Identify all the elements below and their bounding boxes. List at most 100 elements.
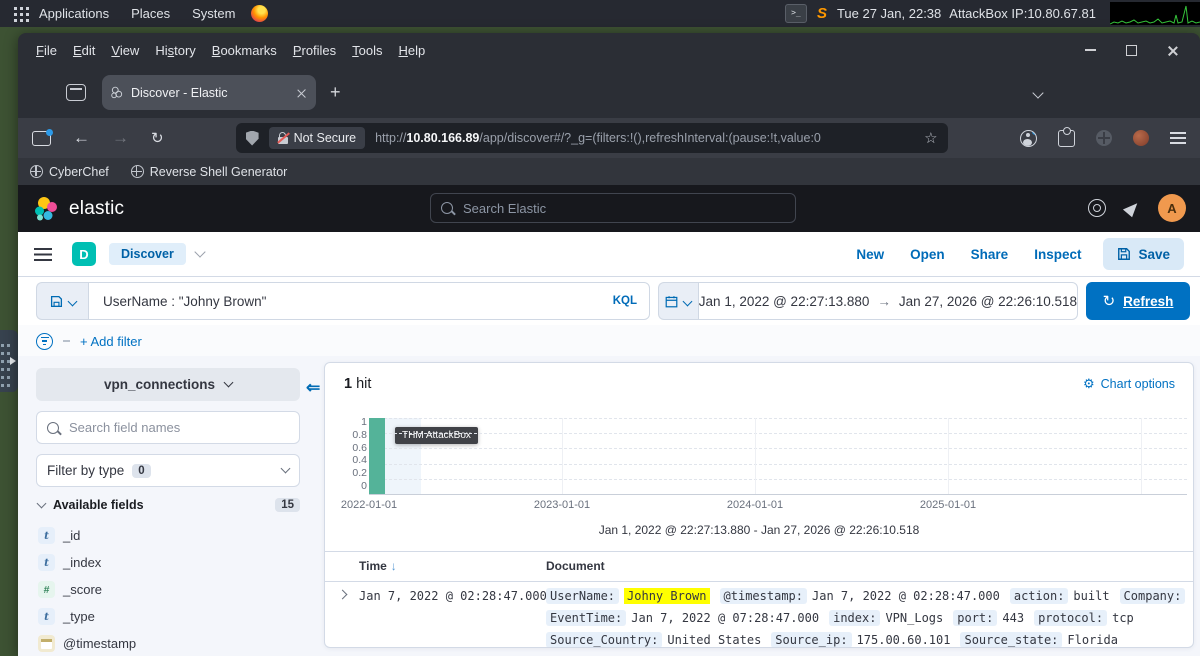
gridline <box>948 418 949 494</box>
refresh-button[interactable]: ↻ Refresh <box>1086 282 1190 320</box>
network-monitor-graph <box>1110 2 1200 25</box>
field-item--type[interactable]: t_type <box>38 603 300 630</box>
tab-close-icon[interactable] <box>296 88 306 98</box>
security-chip[interactable]: Not Secure <box>269 127 366 149</box>
histogram-bar[interactable] <box>369 418 385 494</box>
field-item--id[interactable]: t_id <box>38 522 300 549</box>
desktop-menu-system[interactable]: System <box>192 6 235 21</box>
available-fields-header[interactable]: Available fields 15 <box>38 498 300 512</box>
nav-action-inspect[interactable]: Inspect <box>1034 247 1081 262</box>
firefox-menu-help[interactable]: Help <box>399 43 426 58</box>
firefox-menu-profiles[interactable]: Profiles <box>293 43 336 58</box>
firefox-launcher-icon[interactable] <box>251 5 268 22</box>
field-search-input[interactable] <box>67 419 289 436</box>
query-input[interactable] <box>101 293 605 310</box>
date-picker-button[interactable] <box>658 282 698 320</box>
filter-bar: + Add filter <box>18 325 1200 358</box>
firefox-menu-tools[interactable]: Tools <box>352 43 382 58</box>
nav-action-new[interactable]: New <box>856 247 884 262</box>
app-grid-icon[interactable] <box>14 7 17 10</box>
filter-icon[interactable] <box>36 333 53 350</box>
url-bar[interactable]: Not Secure http://10.80.166.89/app/disco… <box>236 123 948 153</box>
save-button[interactable]: Save <box>1103 238 1184 270</box>
chevron-down-icon <box>67 296 77 306</box>
field-item--timestamp[interactable]: @timestamp <box>38 630 300 656</box>
firefox-menu-view[interactable]: View <box>111 43 139 58</box>
forward-button[interactable]: → <box>112 128 129 148</box>
field-value: tcp <box>1112 611 1134 625</box>
extension-globe-icon[interactable] <box>1096 130 1112 146</box>
extensions-icon[interactable] <box>1058 130 1075 147</box>
query-language-button[interactable]: KQL <box>613 295 637 307</box>
index-pattern-selector[interactable]: vpn_connections <box>36 368 300 401</box>
help-icon[interactable] <box>1088 199 1106 217</box>
terminal-icon[interactable]: >_ <box>785 4 807 23</box>
field-value: Jan 7, 2022 @ 02:28:47.000 <box>812 589 1000 603</box>
bookmark-cyberchef[interactable]: CyberChef <box>30 165 109 179</box>
bookmark-reverse-shell-generator[interactable]: Reverse Shell Generator <box>131 165 288 179</box>
elastic-search-box[interactable] <box>430 193 796 223</box>
close-button[interactable] <box>1167 45 1178 56</box>
discover-app-badge[interactable]: D <box>72 242 96 266</box>
gridline <box>369 479 1187 480</box>
back-button[interactable]: ← <box>73 128 90 148</box>
field-value: VPN_Logs <box>885 611 943 625</box>
time-column-header[interactable]: Time↓ <box>359 559 397 573</box>
extension-icon[interactable] <box>1133 130 1149 146</box>
bookmark-star-icon[interactable]: ☆ <box>924 129 937 147</box>
sort-descending-icon[interactable]: ↓ <box>391 559 397 573</box>
table-row[interactable]: Jan 7, 2022 @ 02:28:47.000 UserName:John… <box>325 582 1193 647</box>
chart-options-button[interactable]: ⚙ Chart options <box>1083 376 1175 392</box>
date-from[interactable]: Jan 1, 2022 @ 22:27:13.880 <box>699 294 870 309</box>
host-info: AttackBox IP:10.80.67.81 <box>949 6 1096 21</box>
elastic-search-input[interactable] <box>461 200 785 217</box>
list-all-tabs-icon[interactable] <box>1034 84 1042 102</box>
reload-button[interactable]: ↻ <box>151 129 164 147</box>
gridline <box>562 418 563 494</box>
breadcrumb-chevron-icon[interactable] <box>194 246 205 257</box>
breadcrumb[interactable]: Discover <box>109 243 186 265</box>
nav-action-open[interactable]: Open <box>910 247 945 262</box>
hidden-dock[interactable] <box>0 330 18 392</box>
divider <box>63 340 70 342</box>
desktop-menu-places[interactable]: Places <box>131 6 170 21</box>
string-field-icon: t <box>38 554 55 571</box>
add-filter-button[interactable]: + Add filter <box>80 334 142 349</box>
clock: Tue 27 Jan, 22:38 <box>837 6 941 21</box>
collapse-sidebar-icon[interactable]: ⇐ <box>306 378 320 398</box>
row-document: UserName:Johny Brown@timestamp:Jan 7, 20… <box>546 585 1191 647</box>
histogram-plot[interactable]: THM AttackBox <box>369 418 1187 495</box>
desktop-menu-applications[interactable]: Applications <box>39 6 109 21</box>
firefox-menu-edit[interactable]: Edit <box>73 43 95 58</box>
menu-icon[interactable] <box>1170 132 1186 134</box>
user-avatar[interactable]: A <box>1158 194 1186 222</box>
saved-query-button[interactable] <box>36 282 88 320</box>
divider <box>325 551 1193 552</box>
firefox-view-icon[interactable] <box>66 84 86 101</box>
expand-row-icon[interactable] <box>338 590 348 600</box>
firefox-menu-bookmarks[interactable]: Bookmarks <box>212 43 277 58</box>
firefox-view-button[interactable] <box>32 131 51 146</box>
number-field-icon: # <box>38 581 55 598</box>
shield-icon[interactable] <box>246 131 259 146</box>
broken-lock-icon <box>278 132 288 144</box>
bookmark-label: CyberChef <box>49 165 109 179</box>
tab-discover-elastic[interactable]: Discover - Elastic <box>102 75 316 110</box>
newsfeed-icon[interactable] <box>1123 199 1141 217</box>
new-tab-button[interactable]: + <box>330 82 341 103</box>
account-icon[interactable] <box>1020 130 1037 147</box>
restore-button[interactable] <box>1126 45 1137 56</box>
date-range[interactable]: Jan 1, 2022 @ 22:27:13.880 → Jan 27, 202… <box>698 282 1078 320</box>
field-item--score[interactable]: #_score <box>38 576 300 603</box>
field-item--index[interactable]: t_index <box>38 549 300 576</box>
kibana-menu-icon[interactable] <box>34 248 52 250</box>
filter-by-type-select[interactable]: Filter by type 0 <box>36 454 300 487</box>
minimize-button[interactable] <box>1085 49 1096 51</box>
firefox-menu-file[interactable]: File <box>36 43 57 58</box>
nav-action-share[interactable]: Share <box>971 247 1009 262</box>
field-label-chip: Source_state: <box>960 632 1062 647</box>
date-to[interactable]: Jan 27, 2026 @ 22:26:10.518 <box>899 294 1077 309</box>
firefox-menu-history[interactable]: History <box>155 43 195 58</box>
field-search-box[interactable] <box>36 411 300 444</box>
sublime-icon[interactable]: S <box>817 5 827 22</box>
